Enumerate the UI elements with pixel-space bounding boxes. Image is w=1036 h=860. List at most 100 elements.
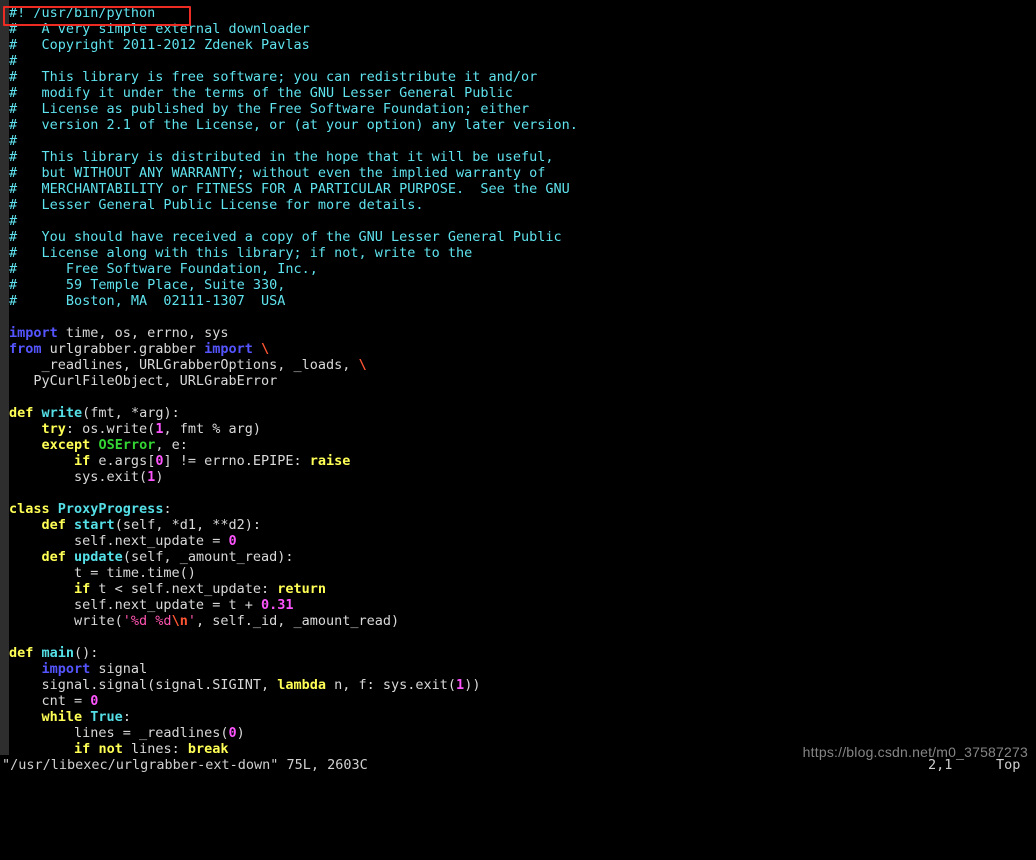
code-line: #	[9, 133, 1036, 149]
code-token: lines = _readlines(	[9, 725, 229, 741]
code-token: import	[41, 661, 91, 677]
code-token: , fmt % arg)	[163, 421, 261, 437]
code-token: self.next_update =	[9, 533, 229, 549]
code-token: )	[236, 725, 245, 741]
code-token: sys.exit(	[9, 469, 148, 485]
code-token: ProxyProgress	[57, 501, 164, 517]
code-line: #	[9, 213, 1036, 229]
code-token: lambda	[277, 677, 326, 693]
code-token: \n	[171, 613, 188, 629]
code-token: try	[41, 421, 66, 437]
code-token: #	[9, 133, 18, 149]
code-token: raise	[309, 453, 351, 469]
code-line: # but WITHOUT ANY WARRANTY; without even…	[9, 165, 1036, 181]
code-token: ] != errno.EPIPE:	[163, 453, 310, 469]
code-token: \	[261, 341, 270, 357]
code-token: _readlines, URLGrabberOptions, _loads,	[9, 357, 359, 373]
code-line: _readlines, URLGrabberOptions, _loads, \	[9, 357, 1036, 373]
code-token: '%d %d	[122, 613, 172, 629]
code-token: # 59 Temple Place, Suite 330,	[9, 277, 286, 293]
code-line: self.next_update = 0	[9, 533, 1036, 549]
code-token: # You should have received a copy of the…	[9, 229, 562, 245]
code-token: ))	[464, 677, 481, 693]
code-token: t = time.time()	[9, 565, 196, 581]
code-token: time, os, errno, sys	[57, 325, 229, 341]
code-line: signal.signal(signal.SIGINT, lambda n, f…	[9, 677, 1036, 693]
code-line: # MERCHANTABILITY or FITNESS FOR A PARTI…	[9, 181, 1036, 197]
code-token: #	[9, 53, 18, 69]
code-token: # modify it under the terms of the GNU L…	[9, 85, 513, 101]
code-token: #!	[9, 5, 26, 21]
code-token: OSError	[98, 437, 156, 453]
code-token: # A very simple external downloader	[9, 21, 310, 37]
code-token: if	[74, 453, 91, 469]
code-line: except OSError, e:	[9, 437, 1036, 453]
code-token: # Lesser General Public License for more…	[9, 197, 424, 213]
code-buffer[interactable]: #! /usr/bin/python # A very simple extern…	[9, 5, 1036, 757]
code-token: write(	[9, 613, 123, 629]
code-line: # version 2.1 of the License, or (at you…	[9, 117, 1036, 133]
code-token: (fmt, *arg):	[82, 405, 180, 421]
code-line: #	[9, 53, 1036, 69]
code-line: def write(fmt, *arg):	[9, 405, 1036, 421]
code-line: # You should have received a copy of the…	[9, 229, 1036, 245]
code-line: while True:	[9, 709, 1036, 725]
code-token: : os.write(	[65, 421, 156, 437]
code-line: lines = _readlines(0)	[9, 725, 1036, 741]
code-token: while	[41, 709, 83, 725]
code-token: # Boston, MA 02111-1307 USA	[9, 293, 286, 309]
code-line: # Lesser General Public License for more…	[9, 197, 1036, 213]
code-token: ():	[74, 645, 99, 661]
code-token: \	[358, 357, 367, 373]
code-token: True	[90, 709, 123, 725]
code-line: # License as published by the Free Softw…	[9, 101, 1036, 117]
code-token: import	[9, 325, 58, 341]
code-line: sys.exit(1)	[9, 469, 1036, 485]
code-token: # version 2.1 of the License, or (at you…	[9, 117, 578, 133]
code-token: # but WITHOUT ANY WARRANTY; without even…	[9, 165, 546, 181]
code-token: def	[9, 645, 34, 661]
code-token: main	[41, 645, 75, 661]
code-line: def start(self, *d1, **d2):	[9, 517, 1036, 533]
code-token: )	[155, 469, 164, 485]
code-token: 0	[90, 693, 99, 709]
code-line: # 59 Temple Place, Suite 330,	[9, 277, 1036, 293]
code-line: try: os.write(1, fmt % arg)	[9, 421, 1036, 437]
code-token: e.args[	[90, 453, 156, 469]
code-token: signal	[90, 661, 148, 677]
vim-status-line: "/usr/libexec/urlgrabber-ext-down" 75L, …	[0, 755, 1036, 776]
code-token: # This library is free software; you can…	[9, 69, 538, 85]
code-line: self.next_update = t + 0.31	[9, 597, 1036, 613]
code-token: write	[41, 405, 83, 421]
code-token: # Free Software Foundation, Inc.,	[9, 261, 318, 277]
code-token: t < self.next_update:	[90, 581, 278, 597]
code-line: if e.args[0] != errno.EPIPE: raise	[9, 453, 1036, 469]
code-line: t = time.time()	[9, 565, 1036, 581]
code-token: # License along with this library; if no…	[9, 245, 473, 261]
code-token: (self, _amount_read):	[122, 549, 294, 565]
code-line: # This library is distributed in the hop…	[9, 149, 1036, 165]
code-token: import	[204, 341, 253, 357]
code-token: :	[163, 501, 172, 517]
code-token: n, f: sys.exit(	[326, 677, 457, 693]
code-token: # This library is distributed in the hop…	[9, 149, 554, 165]
code-token: PyCurlFileObject, URLGrabError	[9, 373, 278, 389]
code-line: cnt = 0	[9, 693, 1036, 709]
code-token: return	[277, 581, 327, 597]
code-token: :	[122, 709, 131, 725]
code-line: import time, os, errno, sys	[9, 325, 1036, 341]
editor-gutter	[0, 0, 9, 755]
code-line: def main():	[9, 645, 1036, 661]
code-line: PyCurlFileObject, URLGrabError	[9, 373, 1036, 389]
code-token: 0	[228, 725, 237, 741]
